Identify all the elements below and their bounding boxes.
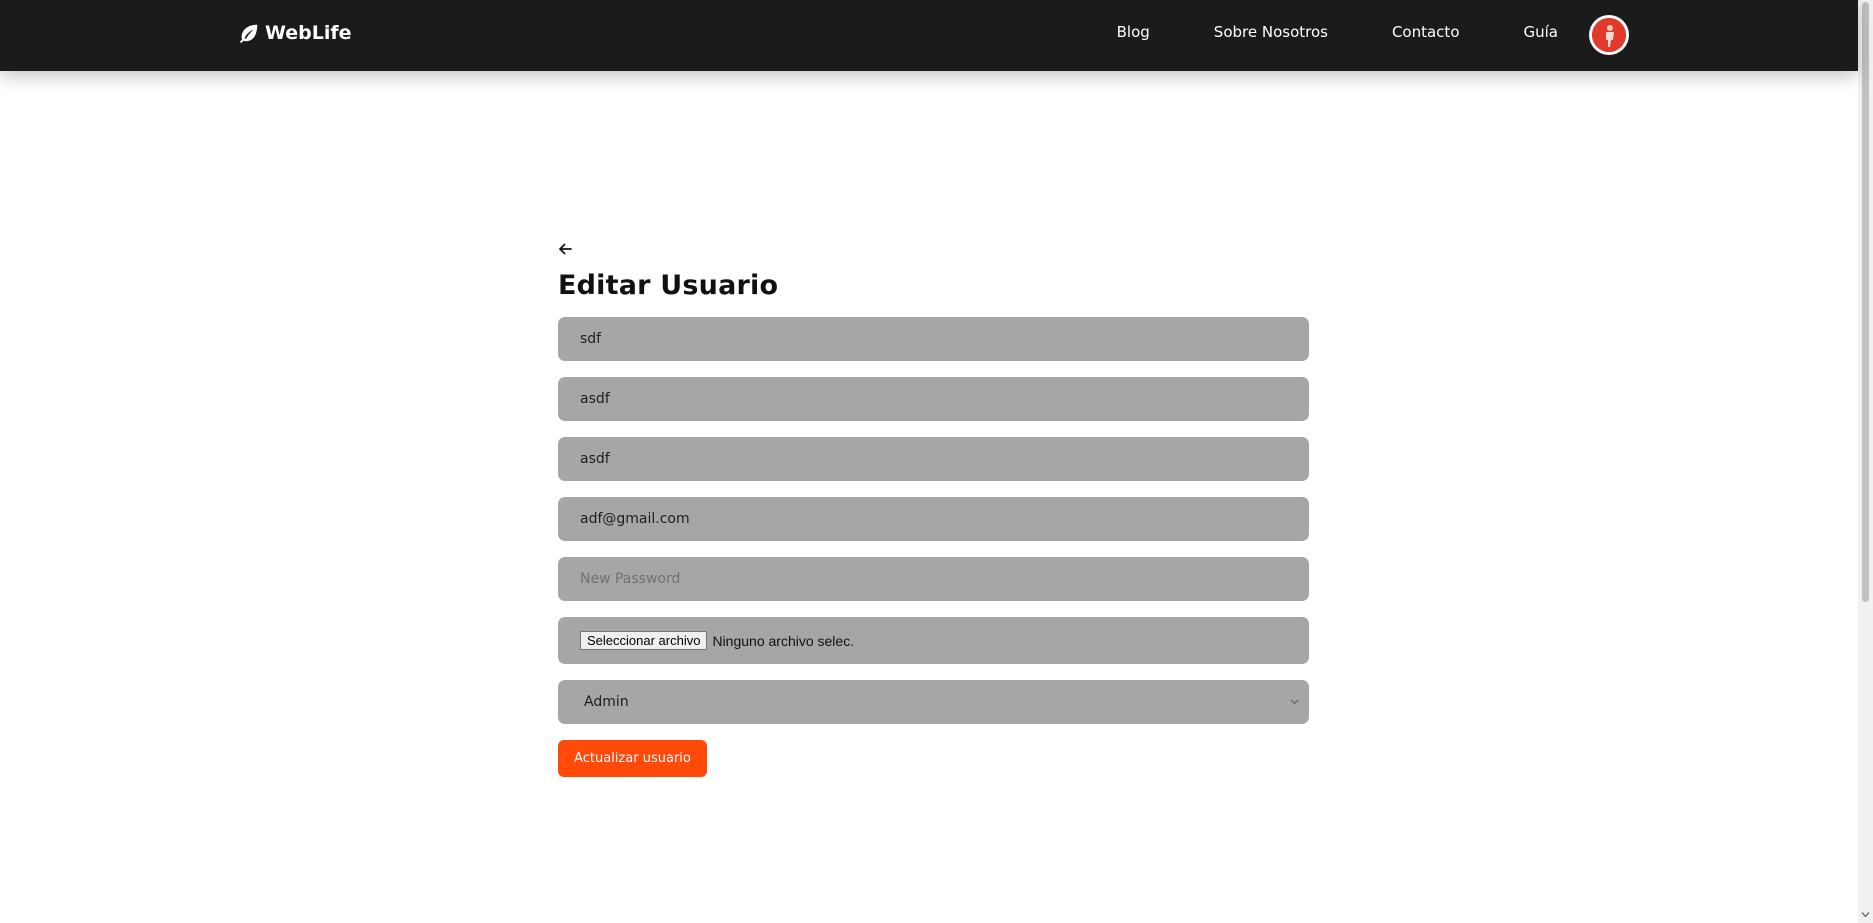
- person-icon: [1592, 18, 1626, 52]
- chevron-down-icon: [1290, 699, 1299, 705]
- leaf-icon: [239, 24, 258, 44]
- top-navbar: WebLife Blog Sobre Nosotros Contacto Guí…: [0, 0, 1858, 71]
- nav-link-guia[interactable]: Guía: [1524, 23, 1559, 41]
- scrollbar[interactable]: [1858, 0, 1873, 923]
- field-2-input[interactable]: [558, 377, 1309, 421]
- role-select[interactable]: Admin: [558, 680, 1309, 724]
- nav-link-blog[interactable]: Blog: [1117, 23, 1150, 41]
- file-status-text: Ninguno archivo selec.: [712, 632, 855, 649]
- main-nav: Blog Sobre Nosotros Contacto Guía: [1117, 23, 1558, 41]
- scrollbar-thumb[interactable]: [1862, 2, 1869, 602]
- select-file-button[interactable]: Seleccionar archivo: [580, 631, 708, 650]
- nav-link-sobre-nosotros[interactable]: Sobre Nosotros: [1214, 23, 1328, 41]
- field-1-input[interactable]: [558, 317, 1309, 361]
- email-input[interactable]: [558, 497, 1309, 541]
- brand-name: WebLife: [265, 22, 352, 44]
- password-input[interactable]: [558, 557, 1309, 601]
- role-select-value: Admin: [584, 694, 629, 710]
- page-title: Editar Usuario: [558, 270, 779, 301]
- brand-logo[interactable]: WebLife: [238, 22, 352, 44]
- update-user-button[interactable]: Actualizar usuario: [558, 740, 707, 777]
- file-upload: Seleccionar archivo Ninguno archivo sele…: [558, 617, 1309, 664]
- nav-link-contacto[interactable]: Contacto: [1392, 23, 1460, 41]
- arrow-left-icon[interactable]: [558, 242, 572, 256]
- edit-user-form: Editar Usuario Seleccionar archivo Ningu…: [558, 238, 1309, 777]
- scroll-down-icon[interactable]: [1861, 910, 1870, 919]
- avatar-image: [1592, 18, 1626, 52]
- field-3-input[interactable]: [558, 437, 1309, 481]
- avatar[interactable]: [1589, 15, 1629, 55]
